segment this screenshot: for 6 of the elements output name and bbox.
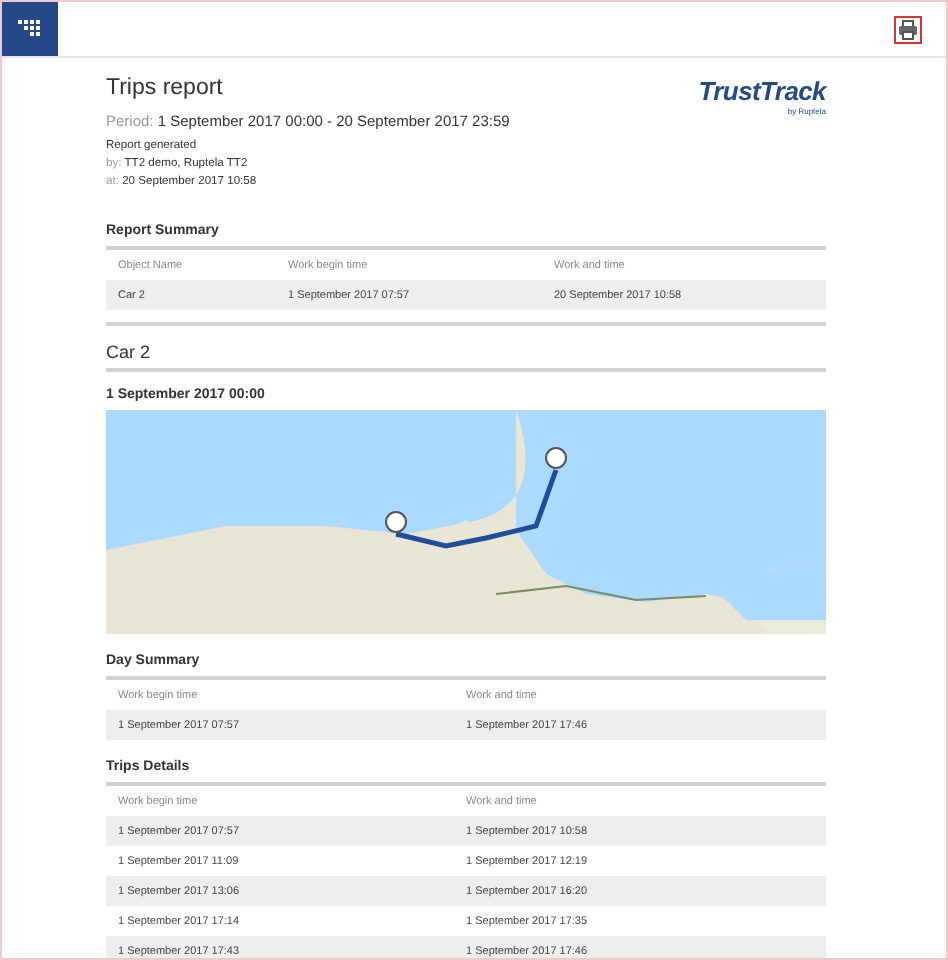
report-title: Trips report	[106, 76, 225, 100]
print-button[interactable]	[894, 15, 922, 43]
printer-icon	[898, 19, 918, 39]
brand-logo: TrustTrack	[698, 76, 826, 106]
app-logo-icon[interactable]	[2, 2, 58, 56]
object-title: Car 2	[106, 342, 153, 362]
